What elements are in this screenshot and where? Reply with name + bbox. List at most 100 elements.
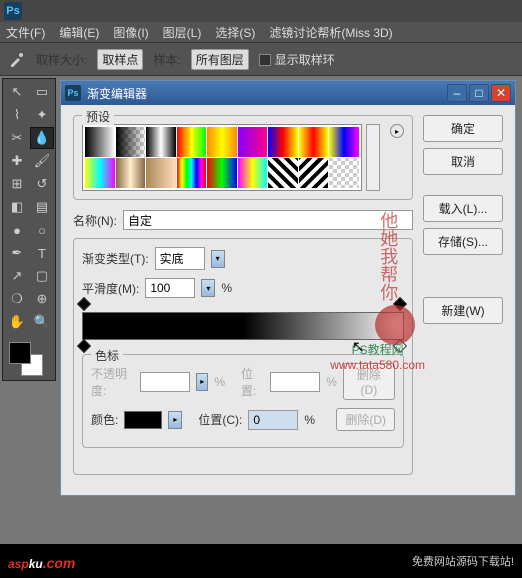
preset-swatch[interactable] (85, 158, 115, 188)
path-tool[interactable]: ↗ (5, 265, 29, 287)
dropdown-icon: ▸ (196, 373, 208, 391)
preset-swatch[interactable] (85, 127, 115, 157)
stops-fieldset: 色标 不透明度: ▸ % 位置: % 删除(D) 颜色: (82, 354, 404, 448)
sample-select[interactable]: 所有图层 (191, 49, 249, 70)
sample-size-label: 取样大小: (36, 51, 87, 68)
preset-swatch[interactable] (329, 127, 359, 157)
close-button[interactable]: ✕ (491, 84, 511, 102)
dropdown-icon[interactable]: ▸ (168, 411, 182, 429)
preset-swatch[interactable] (329, 158, 359, 188)
save-button[interactable]: 存储(S)... (423, 228, 503, 255)
opacity-stop[interactable] (395, 299, 407, 311)
preset-swatch[interactable] (268, 158, 298, 188)
dialog-title: 渐变编辑器 (87, 85, 147, 102)
load-button[interactable]: 载入(L)... (423, 195, 503, 222)
preset-menu-button[interactable]: ▸ (390, 124, 404, 138)
heal-tool[interactable]: ✚ (5, 150, 29, 172)
name-label: 名称(N): (73, 212, 117, 229)
checkbox-icon[interactable] (259, 54, 271, 66)
eyedropper-icon (8, 50, 26, 68)
move-tool[interactable]: ↖ (5, 81, 29, 103)
crop-tool[interactable]: ✂ (5, 127, 29, 149)
wand-tool[interactable]: ✦ (30, 104, 54, 126)
opacity-stop[interactable] (79, 299, 91, 311)
menu-extra[interactable]: 滤镜讨论帮析(Miss 3D) (269, 24, 392, 41)
menu-edit[interactable]: 编辑(E) (59, 24, 99, 41)
eyedropper-tool[interactable]: 💧 (30, 127, 54, 149)
type-tool[interactable]: T (30, 242, 54, 264)
preset-swatch[interactable] (207, 127, 237, 157)
preset-swatch[interactable] (299, 158, 329, 188)
zoom-tool[interactable]: 🔍 (30, 311, 54, 333)
preset-grid[interactable] (82, 124, 362, 191)
name-input[interactable] (123, 210, 413, 230)
gradient-tool[interactable]: ▤ (30, 196, 54, 218)
color-label: 颜色: (91, 411, 118, 428)
preset-swatch[interactable] (207, 158, 237, 188)
menu-image[interactable]: 图像(I) (113, 24, 148, 41)
menu-select[interactable]: 选择(S) (215, 24, 255, 41)
ps-icon: Ps (65, 85, 81, 101)
type-label: 渐变类型(T): (82, 250, 149, 267)
menu-layer[interactable]: 图层(L) (163, 24, 202, 41)
minimize-button[interactable]: – (447, 84, 467, 102)
show-ring[interactable]: 显示取样环 (259, 51, 335, 68)
menu-file[interactable]: 文件(F) (6, 24, 45, 41)
pen-tool[interactable]: ✒ (5, 242, 29, 264)
preset-swatch[interactable] (146, 127, 176, 157)
cancel-button[interactable]: 取消 (423, 148, 503, 175)
preset-swatch[interactable] (238, 127, 268, 157)
shape-tool[interactable]: ▢ (30, 265, 54, 287)
maximize-button[interactable]: □ (469, 84, 489, 102)
ps-logo-icon: Ps (4, 2, 22, 20)
fg-color[interactable] (9, 342, 31, 364)
preset-scrollbar[interactable] (366, 124, 380, 191)
gradient-fieldset: 渐变类型(T): 实底 ▾ 平滑度(M): ▾ % (73, 238, 413, 475)
preset-swatch[interactable] (116, 158, 146, 188)
stops-legend: 色标 (91, 347, 123, 364)
new-button[interactable]: 新建(W) (423, 297, 503, 324)
blur-tool[interactable]: ● (5, 219, 29, 241)
lasso-tool[interactable]: ⌇ (5, 104, 29, 126)
dropdown-icon[interactable]: ▾ (201, 279, 215, 297)
gradient-bar (83, 313, 403, 339)
marquee-tool[interactable]: ▭ (30, 81, 54, 103)
preset-swatch[interactable] (177, 127, 207, 157)
dodge-tool[interactable]: ○ (30, 219, 54, 241)
smooth-input[interactable] (145, 278, 195, 298)
presets-fieldset: 预设 (73, 115, 413, 200)
type-select[interactable]: 实底 (155, 247, 205, 270)
brush-tool[interactable]: 🖌 (30, 150, 54, 172)
preset-swatch[interactable] (177, 158, 207, 188)
gradient-rail[interactable]: ↖ (82, 312, 404, 340)
color-box[interactable] (124, 411, 162, 429)
preset-swatch[interactable] (268, 127, 298, 157)
color-stop[interactable] (395, 341, 407, 353)
options-bar: 取样大小: 取样点 样本: 所有图层 显示取样环 (0, 42, 522, 76)
preset-swatch[interactable] (146, 158, 176, 188)
pos2-input[interactable] (248, 410, 298, 430)
stamp-tool[interactable]: ⊞ (5, 173, 29, 195)
preset-swatch[interactable] (116, 127, 146, 157)
footer-text: 免费网站源码下载站! (412, 553, 514, 569)
3d-tool[interactable]: ❍ (5, 288, 29, 310)
color-stop[interactable] (79, 341, 91, 353)
preset-swatch[interactable] (238, 158, 268, 188)
sample-size-select[interactable]: 取样点 (97, 49, 143, 70)
ok-button[interactable]: 确定 (423, 115, 503, 142)
titlebar[interactable]: Ps 渐变编辑器 – □ ✕ (61, 81, 515, 105)
hand-tool[interactable]: ✋ (5, 311, 29, 333)
sample-label: 样本: (153, 51, 180, 68)
eraser-tool[interactable]: ◧ (5, 196, 29, 218)
pct-label: % (326, 375, 337, 389)
preset-swatch[interactable] (299, 127, 329, 157)
opacity-label: 不透明度: (91, 365, 134, 399)
workspace: ↖ ▭ ⌇ ✦ ✂ 💧 ✚ 🖌 ⊞ ↺ ◧ ▤ ● ○ ✒ T ↗ ▢ ❍ ⊕ … (0, 76, 522, 576)
dropdown-icon[interactable]: ▾ (211, 250, 225, 268)
pct-label: % (214, 375, 225, 389)
smooth-label: 平滑度(M): (82, 280, 139, 297)
color-swatch[interactable] (5, 338, 54, 378)
history-brush-tool[interactable]: ↺ (30, 173, 54, 195)
gradient-editor[interactable]: ↖ (82, 312, 404, 340)
3d-cam-tool[interactable]: ⊕ (30, 288, 54, 310)
